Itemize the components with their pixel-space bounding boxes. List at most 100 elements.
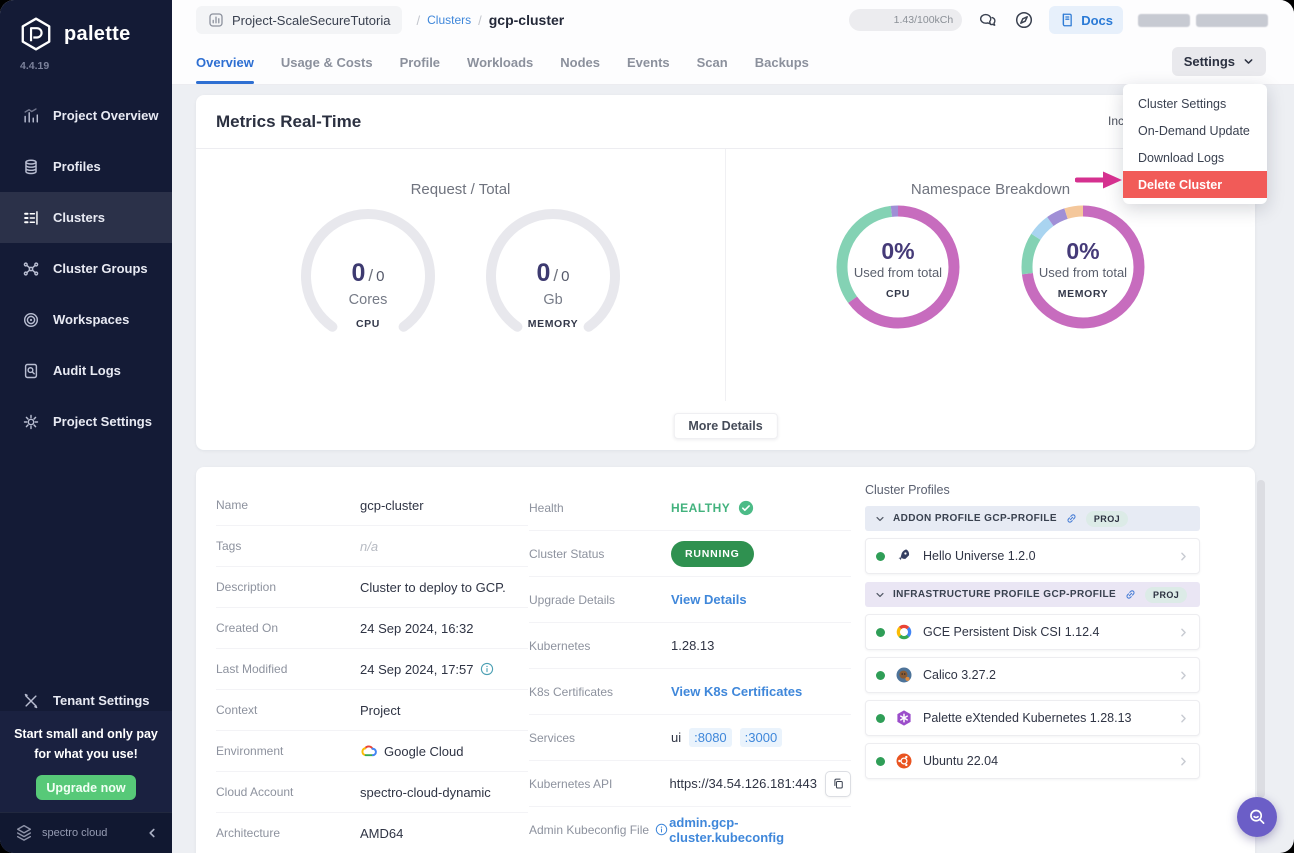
menu-item-on-demand-update[interactable]: On-Demand Update: [1123, 117, 1267, 144]
topbar-actions: 1.43/100kCh Docs: [849, 6, 1294, 34]
chevron-right-icon: [1178, 551, 1189, 562]
sidebar-item-label: Profiles: [53, 159, 101, 174]
donut-metric-label: CPU: [833, 288, 963, 300]
redacted-username[interactable]: [1138, 14, 1268, 27]
chat-icon[interactable]: [977, 9, 999, 31]
copy-button[interactable]: [825, 771, 851, 797]
sidebar-item-workspaces[interactable]: Workspaces: [0, 294, 172, 345]
tab-profile[interactable]: Profile: [400, 40, 440, 84]
gauge-value: 0: [537, 259, 551, 287]
tab-backups[interactable]: Backups: [755, 40, 809, 84]
more-details-button[interactable]: More Details: [673, 413, 777, 439]
profile-pack-row[interactable]: GCE Persistent Disk CSI 1.12.4: [865, 614, 1200, 650]
service-port-link[interactable]: :8080: [689, 728, 732, 747]
sidebar-item-clusters[interactable]: Clusters: [0, 192, 172, 243]
network-icon: [22, 260, 40, 278]
health-value: HEALTHY: [671, 501, 730, 515]
project-selector[interactable]: Project-ScaleSecureTutoria: [196, 6, 402, 34]
info-icon[interactable]: [655, 823, 668, 836]
menu-item-delete-cluster[interactable]: Delete Cluster: [1123, 171, 1267, 198]
status-label: Kubernetes: [529, 639, 671, 653]
list-icon: [22, 209, 40, 227]
sidebar-item-label: Project Settings: [53, 414, 152, 429]
detail-row: Cloud Accountspectro-cloud-dynamic: [216, 772, 528, 813]
sidebar-item-project-settings[interactable]: Project Settings: [0, 396, 172, 447]
proj-badge: PROJ: [1145, 587, 1187, 603]
rocket-icon: [895, 547, 913, 565]
info-icon[interactable]: [480, 662, 494, 676]
link-icon[interactable]: [1065, 512, 1078, 525]
scrollbar-thumb[interactable]: [1257, 480, 1265, 798]
detail-row: Created On24 Sep 2024, 16:32: [216, 608, 528, 649]
menu-item-download-logs[interactable]: Download Logs: [1123, 144, 1267, 171]
gauge-metric-label: MEMORY: [483, 318, 623, 330]
status-row: Health HEALTHY: [529, 485, 851, 531]
settings-dropdown-menu: Cluster Settings On-Demand Update Downlo…: [1123, 84, 1267, 204]
google-cloud-icon: [360, 744, 378, 758]
memory-donut-chart: 0% Used from total MEMORY: [1018, 202, 1148, 332]
detail-value: Project: [360, 703, 400, 718]
last-modified-value: 24 Sep 2024, 17:57: [360, 662, 474, 677]
gauge-unit: Cores: [298, 292, 438, 308]
breadcrumb: / Clusters / gcp-cluster: [416, 12, 564, 28]
menu-item-cluster-settings[interactable]: Cluster Settings: [1123, 90, 1267, 117]
pack-name: Ubuntu 22.04: [923, 754, 998, 768]
profile-pack-row[interactable]: Calico 3.27.2: [865, 657, 1200, 693]
docs-button[interactable]: Docs: [1049, 6, 1123, 34]
sidebar-item-cluster-groups[interactable]: Cluster Groups: [0, 243, 172, 294]
sidebar-item-profiles[interactable]: Profiles: [0, 141, 172, 192]
link-icon[interactable]: [1124, 588, 1137, 601]
main-area: Project-ScaleSecureTutoria / Clusters / …: [172, 0, 1294, 853]
status-dot: [876, 671, 885, 680]
tab-nodes[interactable]: Nodes: [560, 40, 600, 84]
view-k8s-certificates-link[interactable]: View K8s Certificates: [671, 684, 802, 699]
tab-scan[interactable]: Scan: [697, 40, 728, 84]
profile-pack-row[interactable]: Palette eXtended Kubernetes 1.28.13: [865, 700, 1200, 736]
search-fab-button[interactable]: [1237, 797, 1277, 837]
kubeconfig-download-link[interactable]: admin.gcp-cluster.kubeconfig: [669, 815, 851, 845]
cluster-status-column: Health HEALTHY Cluster Status RUNNING Up…: [529, 485, 851, 852]
status-dot: [876, 714, 885, 723]
detail-value: Cluster to deploy to GCP.: [360, 580, 506, 595]
detail-row: Environment Google Cloud: [216, 731, 528, 772]
profile-pack-row[interactable]: Hello Universe 1.2.0: [865, 538, 1200, 574]
tab-usage-costs[interactable]: Usage & Costs: [281, 40, 373, 84]
status-label: Services: [529, 731, 671, 745]
upgrade-now-button[interactable]: Upgrade now: [36, 775, 136, 800]
addon-profile-header[interactable]: ADDON PROFILE GCP-PROFILE PROJ: [865, 506, 1200, 531]
sidebar-item-audit-logs[interactable]: Audit Logs: [0, 345, 172, 396]
calico-icon: [895, 666, 913, 684]
sidebar-item-project-overview[interactable]: Project Overview: [0, 90, 172, 141]
service-port-link[interactable]: :3000: [740, 728, 783, 747]
cluster-details-column: Namegcp-cluster Tagsn/a DescriptionClust…: [216, 485, 528, 853]
tab-workloads[interactable]: Workloads: [467, 40, 533, 84]
tab-events[interactable]: Events: [627, 40, 670, 84]
tab-overview[interactable]: Overview: [196, 40, 254, 84]
breadcrumb-clusters-link[interactable]: Clusters: [427, 13, 471, 27]
chevron-down-icon: [875, 590, 885, 600]
sidebar-item-label: Project Overview: [53, 108, 159, 123]
target-icon: [22, 311, 40, 329]
top-bar: Project-ScaleSecureTutoria / Clusters / …: [172, 0, 1294, 40]
gce-icon: [895, 623, 913, 641]
collapse-sidebar-chevron-left-icon[interactable]: [146, 827, 158, 839]
pack-name: Palette eXtended Kubernetes 1.28.13: [923, 711, 1132, 725]
profile-pack-row[interactable]: Ubuntu 22.04: [865, 743, 1200, 779]
detail-row: ArchitectureAMD64: [216, 813, 528, 853]
infrastructure-profile-header[interactable]: INFRASTRUCTURE PROFILE GCP-PROFILE PROJ: [865, 582, 1200, 607]
promo-line1: Start small and only pay: [14, 727, 158, 741]
running-status-badge: RUNNING: [671, 541, 754, 567]
detail-row: Tagsn/a: [216, 526, 528, 567]
doc-search-icon: [22, 362, 40, 380]
promo-line2: for what you use!: [34, 747, 137, 761]
proj-badge: PROJ: [1086, 511, 1128, 527]
cluster-overview-card: Namegcp-cluster Tagsn/a DescriptionClust…: [196, 467, 1255, 853]
sidebar-item-label: Workspaces: [53, 312, 129, 327]
compass-icon[interactable]: [1014, 10, 1034, 30]
service-name: ui: [671, 730, 681, 745]
view-details-link[interactable]: View Details: [671, 592, 747, 607]
detail-value: gcp-cluster: [360, 498, 424, 513]
detail-value: n/a: [360, 539, 378, 554]
settings-button[interactable]: Settings: [1172, 47, 1266, 76]
detail-value: AMD64: [360, 826, 403, 841]
